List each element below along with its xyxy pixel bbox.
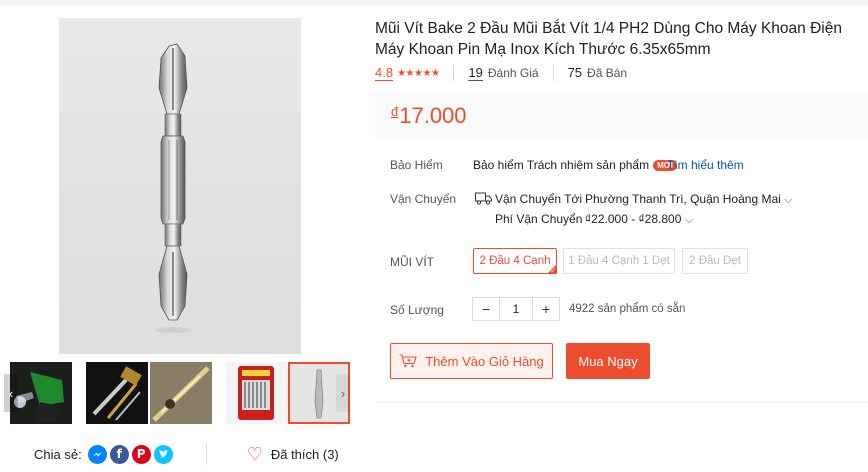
- ship-to-label: Vận Chuyển Tới: [495, 192, 583, 206]
- share-row: Chia sẻ: f P ♡ Đã thích (3): [34, 443, 339, 465]
- rating-score[interactable]: 4.8: [375, 65, 394, 81]
- thumbnail-next-arrow[interactable]: ›: [336, 374, 350, 412]
- stock-available: 4922 sản phẩm có sẵn: [569, 303, 686, 315]
- chevron-left-icon: ‹: [8, 385, 14, 401]
- shipping-fee-label: Phí Vận Chuyển: [495, 212, 583, 226]
- single-bit-photo-thumbnail: [150, 362, 212, 424]
- heart-icon: ♡: [246, 444, 263, 464]
- shipping-label: Vận Chuyển: [390, 192, 457, 206]
- thumbnail-3[interactable]: [150, 362, 212, 424]
- insurance-label: Bảo Hiểm: [390, 158, 443, 172]
- like-button[interactable]: ♡ Đã thích (3): [247, 445, 339, 463]
- top-strip: [0, 0, 868, 5]
- insurance-name: Bảo hiểm Trách nhiệm sản phẩm: [473, 158, 650, 172]
- cart-icon: [399, 354, 417, 368]
- pinterest-icon[interactable]: P: [131, 444, 151, 464]
- ship-location: Phường Thanh Trì, Quận Hoàng Mai: [585, 192, 781, 206]
- bit-set-package-thumbnail: [226, 362, 288, 424]
- messenger-icon[interactable]: [87, 444, 107, 464]
- quantity-label: Số Lượng: [390, 303, 444, 317]
- currency-symbol: đ: [391, 104, 399, 119]
- bits-photo-thumbnail: [86, 362, 148, 424]
- star-rating-icon: ★★★★★: [397, 67, 440, 79]
- rating-divider: [453, 65, 455, 81]
- variation-option-2-dau-4-canh[interactable]: 2 Đầu 4 Cạnh ✓: [473, 248, 557, 275]
- shipping-fee-dropdown[interactable]: ₫22.000 - ₫28.800 ⌵: [585, 212, 693, 227]
- variation-option-label: 2 Đầu Dẹt: [689, 255, 741, 267]
- product-title: Mũi Vít Bake 2 Đầu Mũi Bắt Vít 1/4 PH2 D…: [375, 20, 842, 58]
- ship-location-select[interactable]: Phường Thanh Trì, Quận Hoàng Mai ⌵: [585, 192, 792, 207]
- thumbnail-2[interactable]: [86, 362, 148, 424]
- price-value: 17.000: [399, 103, 467, 128]
- quantity-input[interactable]: 1: [499, 298, 533, 320]
- like-count-label: Đã thích (3): [270, 446, 339, 462]
- drill-photo-thumbnail: [10, 362, 72, 424]
- shipping-fee-value: ₫22.000 - ₫28.800: [585, 212, 682, 226]
- price-box: đ 17.000: [375, 92, 868, 139]
- sold-divider: [552, 65, 554, 81]
- quantity-stepper: − 1 +: [472, 297, 560, 321]
- rating-row: 4.8 ★★★★★ 19 Đánh Giá 75 Đã Bán: [375, 64, 627, 82]
- chevron-down-icon: ⌵: [684, 213, 694, 226]
- add-to-cart-button[interactable]: Thêm Vào Giỏ Hàng: [390, 343, 553, 379]
- chevron-right-icon: ›: [340, 385, 346, 401]
- quantity-decrease-button[interactable]: −: [473, 298, 499, 320]
- sold-count: 75: [567, 65, 583, 80]
- learn-more-link[interactable]: Tìm hiểu thêm: [667, 158, 744, 172]
- truck-icon: [475, 192, 492, 205]
- quantity-increase-button[interactable]: +: [533, 298, 559, 320]
- check-icon: ✓: [550, 267, 556, 275]
- thumbnail-1[interactable]: [10, 362, 72, 424]
- reviews-count[interactable]: 19: [468, 65, 483, 81]
- thumbnail-prev-arrow[interactable]: ‹: [4, 374, 18, 412]
- facebook-icon[interactable]: f: [109, 444, 129, 464]
- reviews-label: Đánh Giá: [487, 66, 539, 80]
- share-like-divider: [205, 443, 207, 465]
- variation-label: MŨI VÍT: [390, 255, 434, 269]
- variation-option-label: 1 Đầu 4 Cạnh 1 Dẹt: [568, 255, 670, 267]
- sold-label: Đã Bán: [587, 66, 628, 80]
- thumbnail-4[interactable]: [226, 362, 288, 424]
- twitter-icon[interactable]: [153, 444, 173, 464]
- chevron-down-icon: ⌵: [784, 193, 793, 206]
- variation-option-1-dau-4-canh-1-det[interactable]: 1 Đầu 4 Cạnh 1 Dẹt: [563, 248, 675, 274]
- buy-now-button[interactable]: Mua Ngay: [566, 343, 650, 379]
- product-price: đ 17.000: [391, 103, 467, 129]
- variation-option-2-dau-det[interactable]: 2 Đầu Dẹt: [682, 248, 748, 274]
- thumbnail-strip: ‹ ›: [0, 362, 352, 424]
- main-product-image[interactable]: [59, 18, 301, 354]
- insurance-text: Bảo hiểm Trách nhiệm sản phẩm MỚI: [473, 158, 677, 172]
- section-divider: [375, 402, 868, 403]
- variation-option-label: 2 Đầu 4 Cạnh: [479, 255, 551, 267]
- screwdriver-bit-image: [155, 43, 191, 333]
- share-label: Chia sẻ:: [34, 446, 82, 462]
- add-to-cart-label: Thêm Vào Giỏ Hàng: [425, 353, 544, 369]
